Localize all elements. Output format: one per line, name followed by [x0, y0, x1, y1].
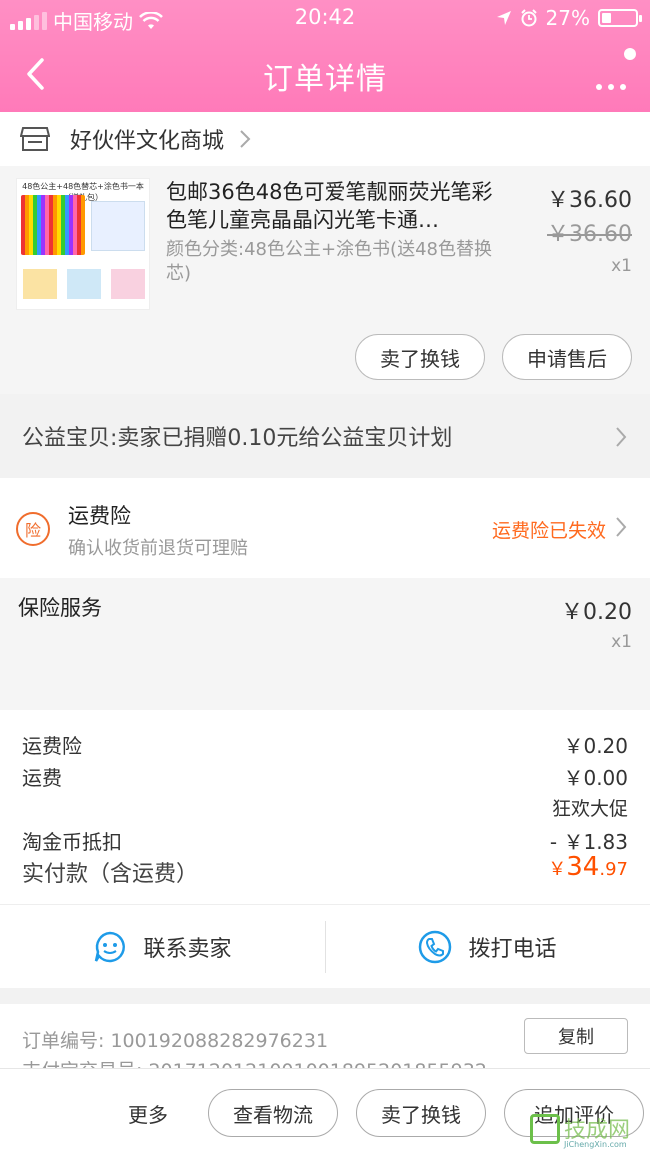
watermark-logo: 技成网 JiChengXin.com [530, 1112, 646, 1152]
fee-summary: 运费险 ￥0.20 运费 ￥0.00 狂欢大促 淘金币抵扣 - ￥1.83 实付… [0, 710, 650, 904]
promo-label: 狂欢大促 [551, 798, 628, 820]
location-icon [496, 11, 511, 25]
product-card[interactable]: 48色公主+48色替芯+涂色书一本（送礼包） 包邮36色48色可爱笔靓丽荧光笔彩… [0, 166, 650, 394]
battery-fill [602, 13, 611, 23]
watermark-icon [530, 1114, 560, 1144]
product-price: ￥36.60 [547, 188, 632, 213]
copy-button[interactable]: 复制 [524, 1018, 628, 1054]
insurance-title: 运费险 [68, 504, 131, 528]
after-sale-button[interactable]: 申请售后 [502, 334, 632, 380]
nav-bar: 订单详情 [0, 38, 650, 112]
insurance-status: 运费险已失效 [491, 520, 606, 542]
more-menu-icon[interactable] [596, 48, 636, 90]
fee-value: - ￥1.83 [549, 830, 628, 854]
shipping-insurance-row[interactable]: 险 运费险 确认收货前退货可理赔 运费险已失效 [0, 478, 650, 578]
paid-int: 34 [566, 852, 600, 882]
view-logistics-button[interactable]: 查看物流 [208, 1089, 338, 1137]
coloring-book-image [91, 201, 145, 251]
contact-seller-button[interactable]: 联系卖家 [0, 905, 325, 989]
call-phone-button[interactable]: 拨打电话 [325, 905, 650, 989]
product-name[interactable]: 包邮36色48色可爱笔靓丽荧光笔彩色笔儿童亮晶晶闪光笔卡通… [166, 178, 506, 234]
call-phone-label: 拨打电话 [468, 937, 557, 962]
chevron-right-icon [616, 517, 627, 537]
fee-label: 运费 [22, 766, 62, 790]
chevron-right-icon [240, 130, 251, 148]
service-price: ￥0.20 [561, 600, 632, 625]
product-quantity: x1 [611, 256, 632, 276]
fee-value: ￥0.20 [563, 734, 628, 758]
paid-row: 实付款（含运费） ￥34.97 [22, 852, 628, 888]
chevron-right-icon [616, 427, 627, 447]
more-button[interactable]: 更多 [128, 1099, 168, 1128]
paid-currency: ￥ [548, 859, 567, 880]
fee-value: ￥0.00 [563, 766, 628, 790]
store-icon [20, 127, 50, 151]
paid-dec: .97 [599, 859, 628, 880]
sell-button-bottom[interactable]: 卖了换钱 [356, 1089, 486, 1137]
fee-label: 运费险 [22, 734, 82, 758]
fee-row-shipping: 运费 ￥0.00 [22, 762, 628, 791]
watermark-url: JiChengXin.com [564, 1140, 627, 1149]
status-right: 27% [496, 6, 642, 30]
sell-button[interactable]: 卖了换钱 [355, 334, 485, 380]
page-title: 订单详情 [263, 62, 387, 97]
order-number: 订单编号: 1001920882829762​31 [22, 1030, 329, 1052]
product-sku: 颜色分类:48色公主+涂色书(送48色替换芯) [166, 239, 492, 284]
fee-row-coin: 淘金币抵扣 - ￥1.83 [22, 826, 628, 855]
charity-text: 公益宝贝:卖家已捐赠0.10元给公益宝贝计划 [22, 426, 453, 451]
fee-row-insurance: 运费险 ￥0.20 [22, 730, 628, 759]
charity-row[interactable]: 公益宝贝:卖家已捐赠0.10元给公益宝贝计划 [0, 394, 650, 478]
paid-label: 实付款（含运费） [22, 862, 199, 887]
shop-name: 好伙伴文化商城 [70, 129, 225, 154]
alarm-icon [520, 9, 537, 27]
product-original-price: ￥36.60 [547, 222, 632, 247]
status-bar: 中国移动 20:42 27% [0, 0, 650, 38]
header: 中国移动 20:42 27% 订单详情 [0, 0, 650, 112]
contact-seller-label: 联系卖家 [143, 937, 232, 962]
phone-icon [419, 930, 452, 964]
chat-icon [95, 931, 126, 963]
insurance-subtitle: 确认收货前退货可理赔 [68, 538, 248, 559]
fee-label: 淘金币抵扣 [22, 830, 122, 854]
service-name: 保险服务 [18, 596, 102, 620]
insurance-service-item[interactable]: 保险服务 ￥0.20 x1 [0, 578, 650, 710]
battery-percent: 27% [545, 6, 590, 30]
notification-dot [624, 48, 636, 60]
gift-image [23, 269, 57, 299]
product-thumbnail[interactable]: 48色公主+48色替芯+涂色书一本（送礼包） [16, 178, 150, 310]
bottom-action-bar: 更多 查看物流 卖了换钱 追加评价 技成网 JiChengXin.com [0, 1068, 650, 1156]
gift-image [67, 269, 101, 299]
gift-image [111, 269, 145, 299]
shop-row[interactable]: 好伙伴文化商城 [0, 112, 650, 166]
contact-bar: 联系卖家 拨打电话 [0, 904, 650, 988]
paid-amount: ￥34.97 [548, 852, 628, 882]
battery-icon [598, 9, 642, 27]
insurance-icon: 险 [16, 512, 50, 546]
pens-image [21, 195, 85, 255]
service-quantity: x1 [611, 632, 632, 652]
